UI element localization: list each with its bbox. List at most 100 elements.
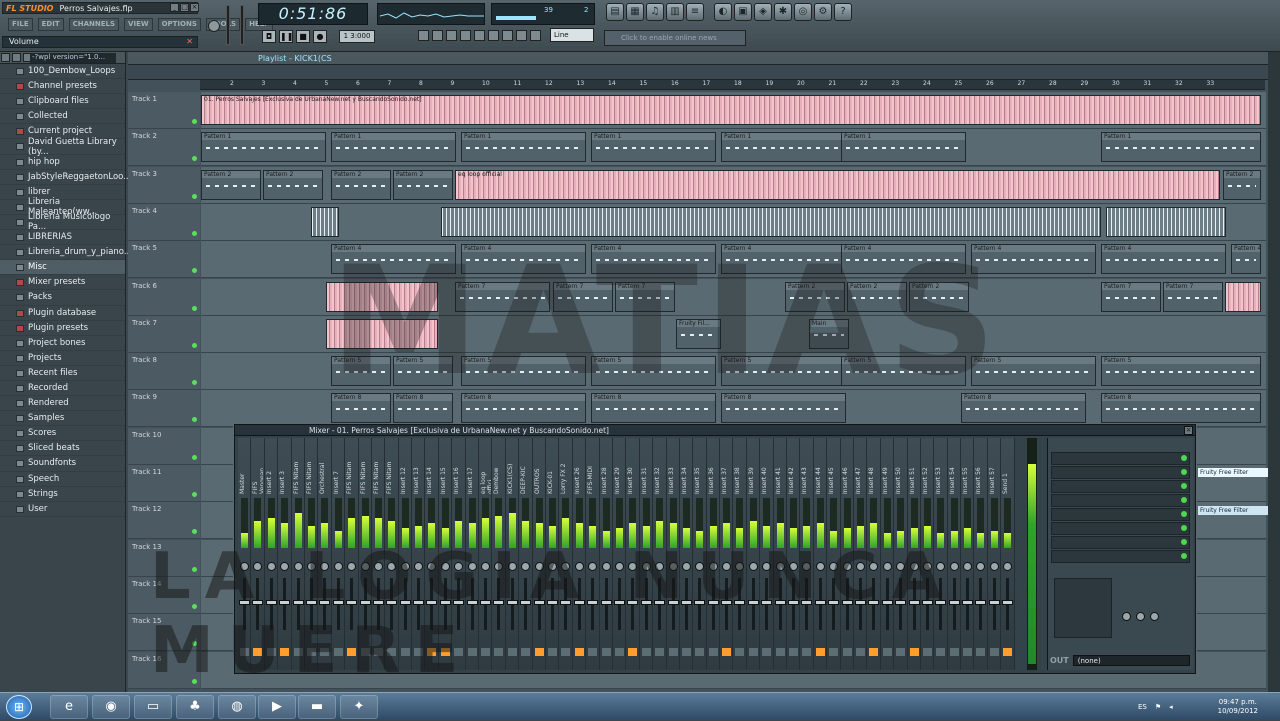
mixer-strip[interactable]: FIFS Nitam [304,438,319,670]
save-icon[interactable]: ▣ [734,3,752,21]
playlist-clip[interactable]: Pattern 4 [1101,244,1226,275]
fader-cap[interactable] [962,600,974,605]
mixer-strip[interactable]: Insert 42 [787,438,801,670]
pan-knob[interactable] [655,562,665,571]
mixer-close-button[interactable]: × [1184,426,1193,435]
mixer-strip[interactable]: Insert 35 [693,438,707,670]
playlist-clip[interactable]: Pattern 5 [393,356,453,387]
mixer-strip[interactable]: Insert 57 [987,438,1002,670]
fx-slot[interactable] [1051,494,1190,507]
track-header[interactable]: Track 2 [128,129,200,167]
step-edit-icon[interactable] [502,30,513,41]
browser-collapse-icon[interactable] [12,53,21,62]
mixer-strip[interactable]: Insert 14 [425,438,439,670]
send-switch[interactable] [722,648,732,656]
track-mute-led[interactable] [192,156,197,162]
mixer-strip[interactable]: Dembow [492,438,506,670]
pan-knob[interactable] [454,562,464,571]
typing-keyboard-icon[interactable] [516,30,527,41]
track-header[interactable]: Track 16 [128,651,200,689]
fader-cap[interactable] [814,600,826,605]
snap-select[interactable]: Line [550,28,594,42]
fader-cap[interactable] [895,600,907,605]
mixer-strip[interactable]: Insert 16 [452,438,466,670]
mixer-strip[interactable]: FIFS Nitam [345,438,359,670]
playlist-clip[interactable]: Pattern 7 [455,281,550,312]
track-header[interactable]: Track 13 [128,539,200,577]
fader-cap[interactable] [734,600,746,605]
browser-item[interactable]: Libreria Musicologo Pa... [0,212,125,232]
pan-knob[interactable] [896,562,906,571]
browser-item[interactable]: Speech [0,472,125,487]
pan-knob[interactable] [789,562,799,571]
track-mute-led[interactable] [192,230,197,236]
fader-cap[interactable] [680,600,692,605]
hint-close-icon[interactable]: ✕ [186,37,193,47]
language-indicator[interactable]: ES [1138,703,1147,711]
pan-knob[interactable] [534,562,544,571]
master-pitch-slider[interactable] [240,5,244,45]
pan-knob[interactable] [842,562,852,571]
browser-item[interactable]: hip hop [0,155,125,170]
playlist-clip[interactable]: Pattern 4 [1231,244,1261,275]
browser-item[interactable]: Mixer presets [0,275,125,291]
playlist-clip[interactable]: Pattern 2 [331,169,391,200]
send-switch[interactable] [601,648,611,656]
track-mute-led[interactable] [192,529,197,535]
fader-cap[interactable] [721,600,733,605]
pan-knob[interactable] [561,562,571,571]
pan-knob[interactable] [507,562,517,571]
piano-roll-icon[interactable]: ♫ [646,3,664,21]
track-header[interactable]: Track 15 [128,614,200,652]
fader-cap[interactable] [533,600,545,605]
fader-cap[interactable] [265,600,277,605]
pan-knob[interactable] [427,562,437,571]
fader-cap[interactable] [480,600,492,605]
mixer-strip[interactable]: Insert 50 [894,438,908,670]
fader-cap[interactable] [747,600,759,605]
playlist-clip[interactable]: Pattern 5 [841,356,966,387]
fader-cap[interactable] [346,600,358,605]
track-header[interactable]: Track 7 [128,315,200,353]
pan-knob[interactable] [829,562,839,571]
playlist-clip[interactable] [1106,206,1226,237]
browser-item[interactable]: Plugin database [0,306,125,321]
pan-knob[interactable] [762,562,772,571]
send-switch[interactable] [521,648,531,656]
send-switch[interactable] [829,648,839,656]
mixer-strip[interactable]: FIFS Nitam [358,438,372,670]
playlist-clip[interactable]: Pattern 8 [331,393,391,424]
send-switch[interactable] [882,648,892,656]
fader-cap[interactable] [627,600,639,605]
blend-icon[interactable] [474,30,485,41]
network-icon[interactable]: ♣ [176,695,214,719]
send-switch[interactable] [668,648,678,656]
send-switch[interactable] [789,648,799,656]
pan-knob[interactable] [373,562,383,571]
pan-knob[interactable] [869,562,879,571]
browser-item[interactable]: User [0,502,125,517]
fader-cap[interactable] [921,600,933,605]
track-lane[interactable]: Pattern 2 Pattern 2 Pattern 2 Pattern 2 eq l… [201,166,1266,204]
minimize-button[interactable]: _ [170,3,179,12]
fader-cap[interactable] [694,600,706,605]
send-switch[interactable] [481,648,491,656]
fx-slot[interactable] [1051,522,1190,535]
menu-edit[interactable]: EDIT [37,18,64,31]
fader-cap[interactable] [801,600,813,605]
send-switch[interactable] [762,648,772,656]
pattern-mode-button[interactable]: ◘ [262,30,276,43]
mixer-strip[interactable]: Insert 55 [961,438,975,670]
mixer-strip[interactable]: Insert 28 [599,438,613,670]
fader-cap[interactable] [707,600,719,605]
send-switch[interactable] [976,648,986,656]
track-lane[interactable]: Pattern 8 Pattern 8 Pattern 8 Pattern 8 Patt… [201,390,1266,428]
send-switch[interactable] [681,648,691,656]
fader-cap[interactable] [774,600,786,605]
fader-cap[interactable] [239,600,250,605]
fader-cap[interactable] [908,600,920,605]
browser-item[interactable]: Soundfonts [0,456,125,472]
mixer-icon[interactable]: ≡ [686,3,704,21]
menu-channels[interactable]: CHANNELS [68,18,120,31]
playlist-clip[interactable]: Pattern 1 [201,132,326,163]
